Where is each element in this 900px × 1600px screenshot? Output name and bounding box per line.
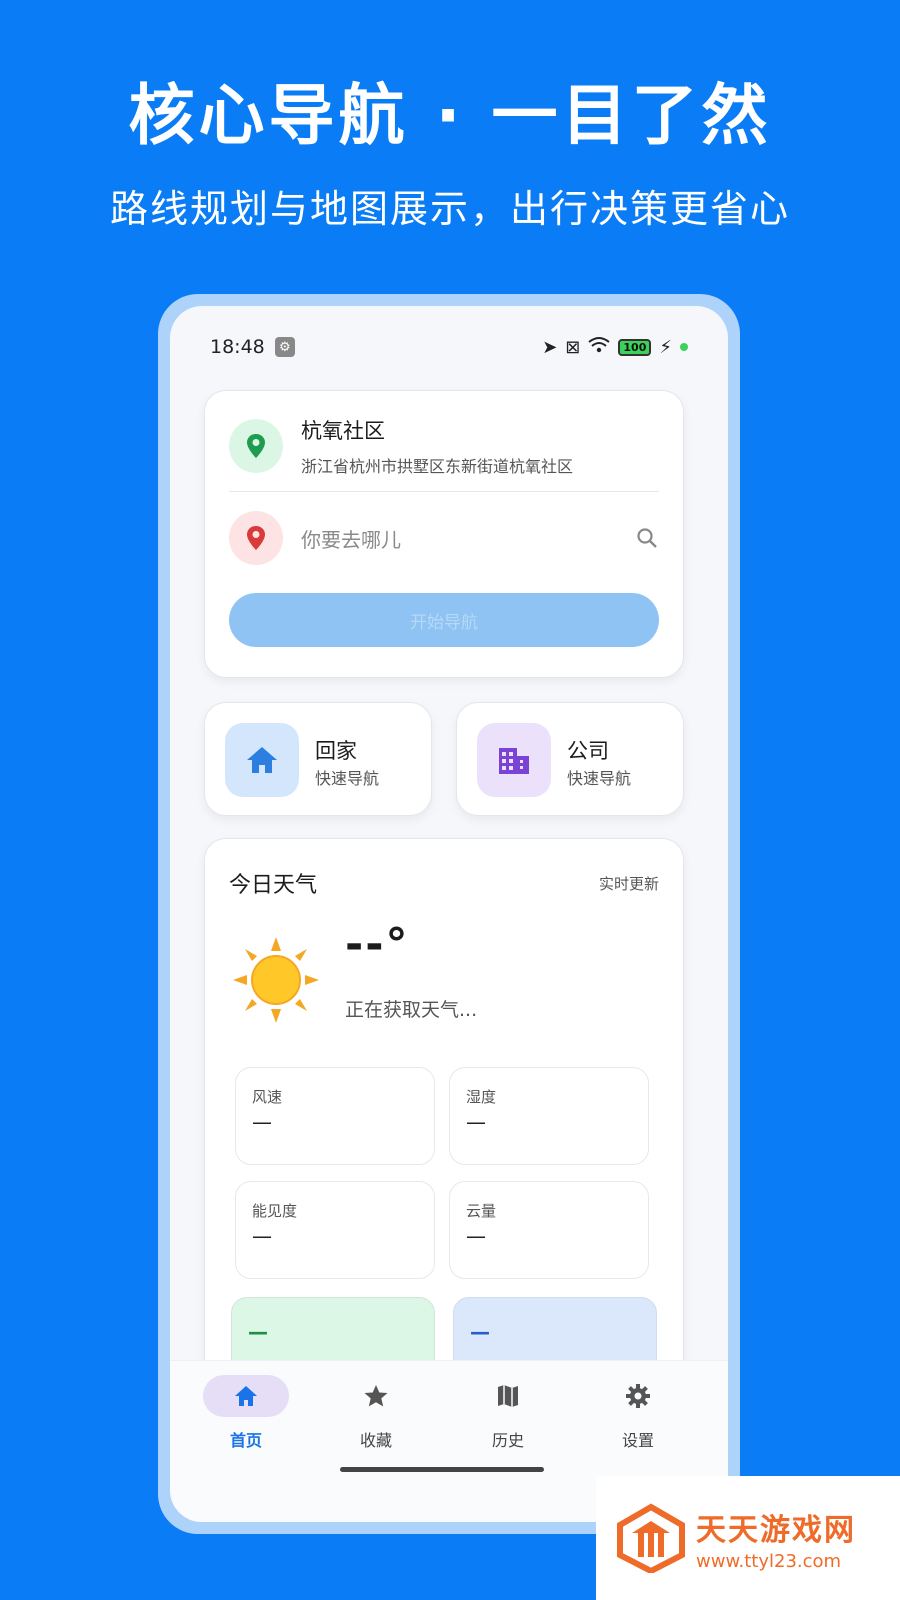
quick-nav-home[interactable]: 回家 快速导航 <box>204 702 432 816</box>
phone-frame: 18:48 ⚙ ➤ ⊠ 100 ⚡ 杭氧社区 浙江省杭州市拱墅区东新街道杭氧社区… <box>158 294 740 1534</box>
stat-value: — <box>252 1224 272 1248</box>
home-icon <box>225 723 299 797</box>
origin-pin-icon <box>229 419 283 473</box>
nav-label: 首页 <box>229 1431 262 1450</box>
weather-status: 正在获取天气... <box>345 999 478 1021</box>
quick-nav-work-title: 公司 <box>567 739 609 763</box>
stat-cloud-cover: 云量 — <box>449 1181 649 1279</box>
stat-label: 湿度 <box>466 1088 497 1106</box>
quick-nav-work[interactable]: 公司 快速导航 <box>456 702 684 816</box>
stat-label: 风速 <box>252 1088 283 1106</box>
quick-nav-home-title: 回家 <box>315 739 357 763</box>
status-bar: 18:48 ⚙ ➤ ⊠ 100 ⚡ <box>170 306 728 388</box>
stat-label: 云量 <box>466 1202 497 1220</box>
nav-label: 设置 <box>621 1431 654 1450</box>
office-building-icon <box>477 723 551 797</box>
stat-label: 能见度 <box>252 1202 298 1220</box>
location-arrow-icon: ➤ <box>542 336 558 358</box>
nav-label: 收藏 <box>359 1431 392 1450</box>
destination-row[interactable]: 你要去哪儿 <box>229 511 659 565</box>
stat-humidity: 湿度 — <box>449 1067 649 1165</box>
stat-wind-speed: 风速 — <box>235 1067 435 1165</box>
stat-value: — <box>466 1224 486 1248</box>
home-icon <box>203 1375 289 1417</box>
gear-icon <box>595 1375 681 1417</box>
nav-history[interactable]: 历史 <box>448 1375 568 1455</box>
watermark-title: 天天游戏网 <box>696 1512 856 1548</box>
search-icon[interactable] <box>635 526 659 550</box>
temperature: --° <box>345 919 410 970</box>
origin-address: 浙江省杭州市拱墅区东新街道杭氧社区 <box>301 457 574 476</box>
wrench-icon: ⚙ <box>274 337 295 357</box>
promo-headline: 核心导航 · 一目了然 <box>128 77 772 154</box>
watermark-url: www.ttyl23.com <box>696 1550 842 1572</box>
privacy-dot <box>680 343 688 351</box>
watermark-logo-icon <box>617 1503 685 1573</box>
weather-extra-value: — <box>470 1320 490 1344</box>
divider <box>229 491 659 492</box>
nav-settings[interactable]: 设置 <box>578 1375 698 1455</box>
route-card: 杭氧社区 浙江省杭州市拱墅区东新街道杭氧社区 你要去哪儿 开始导航 <box>204 390 684 678</box>
stat-visibility: 能见度 — <box>235 1181 435 1279</box>
start-navigation-button[interactable]: 开始导航 <box>229 593 659 647</box>
status-time: 18:48 <box>210 336 265 358</box>
wifi-icon <box>588 336 611 359</box>
quick-nav-work-subtitle: 快速导航 <box>567 769 632 788</box>
star-icon <box>333 1375 419 1417</box>
map-icon <box>465 1375 551 1417</box>
home-indicator[interactable] <box>340 1467 544 1472</box>
origin-name: 杭氧社区 <box>301 419 385 443</box>
destination-pin-icon <box>229 511 283 565</box>
charging-icon: ⚡ <box>659 336 672 358</box>
sim-off-icon: ⊠ <box>565 336 581 358</box>
stat-value: — <box>466 1110 486 1134</box>
battery-indicator: 100 <box>618 338 652 356</box>
nav-label: 历史 <box>491 1431 524 1450</box>
status-icons: ➤ ⊠ 100 ⚡ <box>542 336 688 359</box>
weather-extra-value: — <box>248 1320 268 1344</box>
phone-screen: 18:48 ⚙ ➤ ⊠ 100 ⚡ 杭氧社区 浙江省杭州市拱墅区东新街道杭氧社区… <box>170 306 728 1522</box>
sun-icon <box>233 937 319 1023</box>
watermark: 天天游戏网 www.ttyl23.com <box>596 1476 900 1600</box>
origin-row[interactable]: 杭氧社区 浙江省杭州市拱墅区东新街道杭氧社区 <box>229 415 573 477</box>
weather-update-label: 实时更新 <box>598 875 659 893</box>
promo-subline: 路线规划与地图展示，出行决策更省心 <box>109 187 790 231</box>
quick-nav-home-subtitle: 快速导航 <box>315 769 380 788</box>
nav-home[interactable]: 首页 <box>186 1375 306 1455</box>
nav-favorites[interactable]: 收藏 <box>316 1375 436 1455</box>
destination-input[interactable]: 你要去哪儿 <box>301 524 635 553</box>
stat-value: — <box>252 1110 272 1134</box>
weather-title: 今日天气 <box>229 873 318 898</box>
